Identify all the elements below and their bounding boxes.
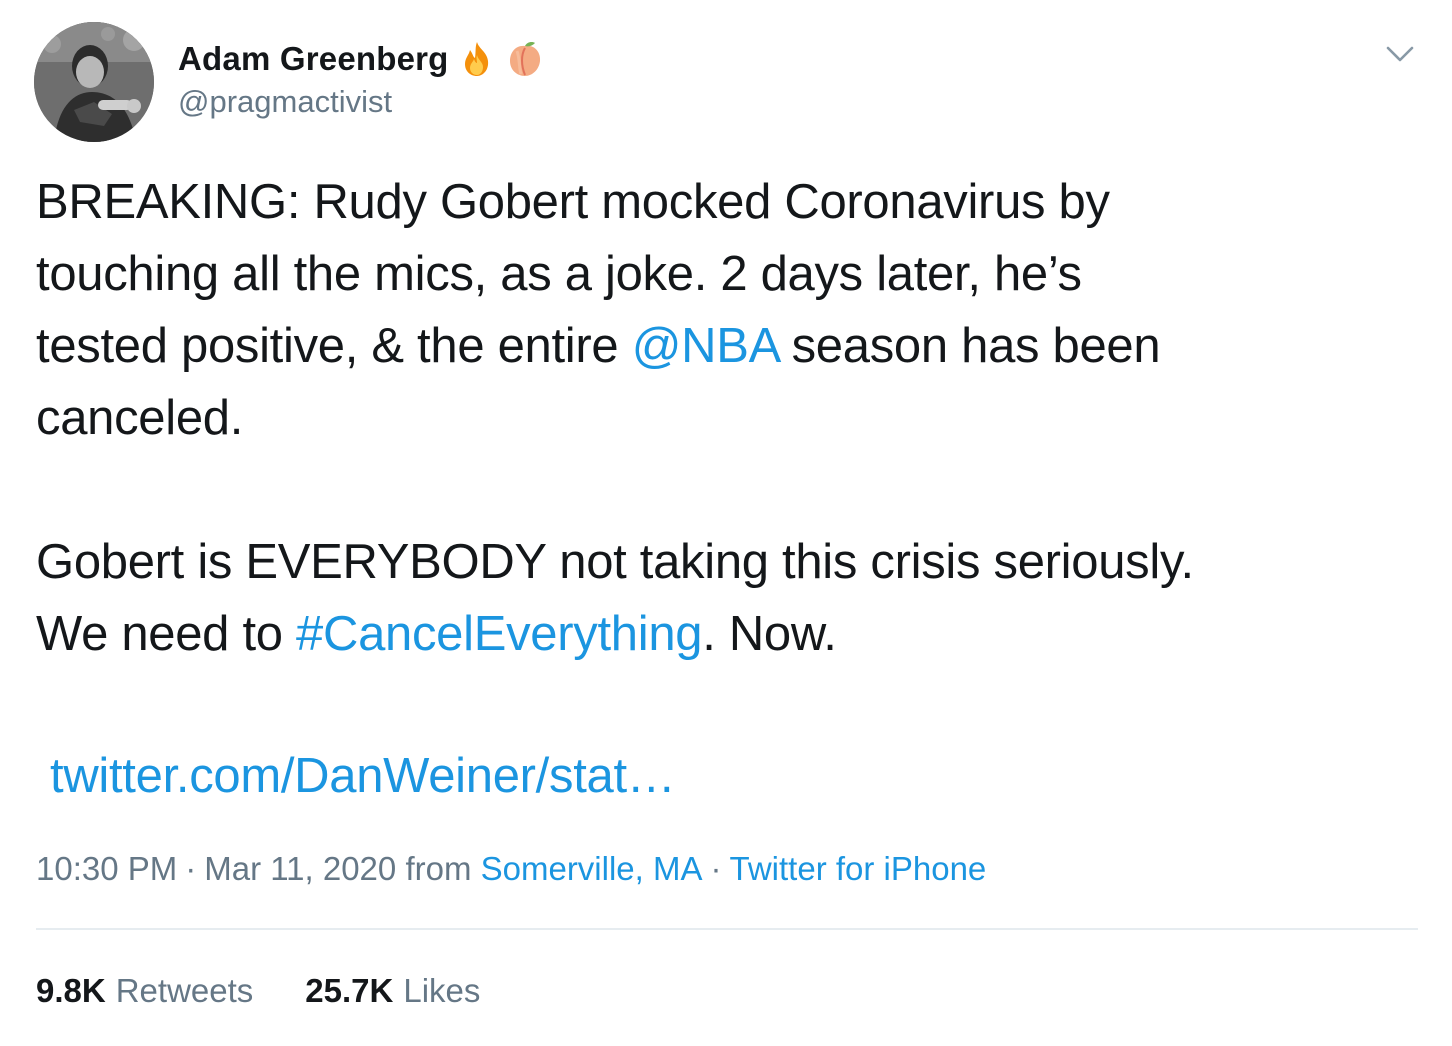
tweet-line-3-post: season has been <box>778 319 1161 373</box>
tweet-time[interactable]: 10:30 PM <box>36 850 177 887</box>
likes-count: 25.7K <box>305 972 394 1009</box>
tweet-line-3: tested positive, & the entire @NBA seaso… <box>36 310 1416 382</box>
peach-emoji-icon <box>505 39 545 79</box>
source-link[interactable]: Twitter for iPhone <box>730 850 987 887</box>
tweet-line-1: BREAKING: Rudy Gobert mocked Coronavirus… <box>36 175 1110 229</box>
likes-stat[interactable]: 25.7K Likes <box>305 968 480 1014</box>
meta-separator-2: · <box>710 850 722 887</box>
tweet-line-4: canceled. <box>36 391 244 445</box>
tweet-metadata: 10:30 PM · Mar 11, 2020 from Somerville, M… <box>36 846 986 892</box>
from-label: from <box>405 850 472 887</box>
divider <box>36 928 1418 930</box>
avatar[interactable] <box>34 22 154 142</box>
tweet-line-3-pre: tested positive, & the entire <box>36 319 632 373</box>
tweet-line-6-pre: We need to <box>36 607 297 661</box>
chevron-down-icon[interactable] <box>1382 36 1418 72</box>
display-name[interactable]: Adam Greenberg <box>178 40 449 78</box>
location-link[interactable]: Somerville, MA <box>481 850 703 887</box>
tweet-line-2: touching all the mics, as a joke. 2 days… <box>36 247 1082 301</box>
fire-emoji-icon <box>457 39 497 79</box>
retweets-label: Retweets <box>115 972 254 1009</box>
avatar-image <box>34 22 154 142</box>
tweet-line-6: We need to #CancelEverything. Now. <box>36 598 1416 670</box>
tweet-line-6-post: . Now. <box>702 607 837 661</box>
quoted-tweet-link[interactable]: twitter.com/DanWeiner/stat… <box>50 740 676 812</box>
tweet-date[interactable]: Mar 11, 2020 <box>204 850 396 887</box>
name-row: Adam Greenberg <box>178 36 545 82</box>
tweet-body: BREAKING: Rudy Gobert mocked Coronavirus… <box>36 166 1416 670</box>
hashtag-link[interactable]: #CancelEverything <box>296 607 702 661</box>
meta-separator: · <box>185 850 197 887</box>
tweet-line-5: Gobert is EVERYBODY not taking this cris… <box>36 535 1194 589</box>
user-handle[interactable]: @pragmactivist <box>178 84 392 120</box>
nba-mention-link[interactable]: @NBA <box>632 319 779 373</box>
likes-label: Likes <box>403 972 481 1009</box>
tweet-card: Adam Greenberg @pragmactivist BREAKING: … <box>0 0 1452 1046</box>
retweets-stat[interactable]: 9.8K Retweets <box>36 968 253 1014</box>
retweets-count: 9.8K <box>36 972 106 1009</box>
tweet-stats: 9.8K Retweets 25.7K Likes <box>36 968 532 1014</box>
